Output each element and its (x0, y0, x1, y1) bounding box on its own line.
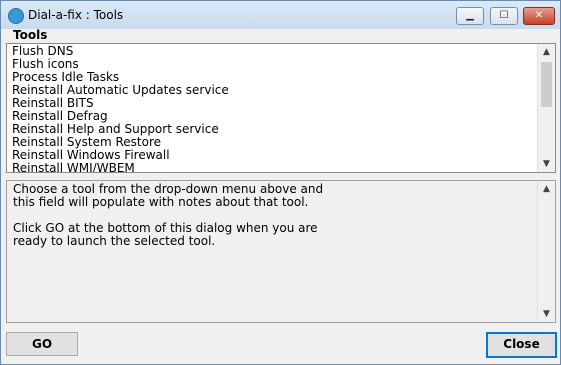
title-bar[interactable]: Dial-a-fix : Tools ▁ ☐ ✕ (1, 1, 560, 29)
tools-listbox[interactable]: Flush DNS Flush icons Process Idle Tasks… (6, 43, 556, 173)
tools-label: Tools (13, 28, 48, 42)
note-line: this field will populate with notes abou… (13, 195, 309, 209)
scroll-up-icon[interactable]: ▲ (538, 181, 555, 197)
close-button[interactable]: Close (486, 332, 557, 358)
notes-field[interactable]: Choose a tool from the drop-down menu ab… (6, 180, 556, 323)
window-title: Dial-a-fix : Tools (28, 8, 124, 22)
minimize-button[interactable]: ▁ (456, 7, 484, 25)
note-line: Click GO at the bottom of this dialog wh… (13, 221, 318, 235)
app-icon (8, 8, 24, 24)
scroll-up-icon[interactable]: ▲ (538, 44, 555, 60)
go-button[interactable]: GO (6, 332, 78, 356)
tools-scrollbar[interactable]: ▲ ▼ (537, 44, 555, 172)
scroll-thumb[interactable] (541, 62, 552, 107)
dialog-window: Dial-a-fix : Tools ▁ ☐ ✕ Tools Flush DNS… (0, 0, 561, 365)
notes-scrollbar[interactable]: ▲ ▼ (537, 181, 555, 322)
note-line: Choose a tool from the drop-down menu ab… (13, 182, 324, 196)
close-window-button[interactable]: ✕ (523, 7, 555, 25)
scroll-down-icon[interactable]: ▼ (538, 156, 555, 172)
note-line: ready to launch the selected tool. (13, 234, 216, 248)
maximize-button[interactable]: ☐ (490, 7, 518, 25)
scroll-down-icon[interactable]: ▼ (538, 306, 555, 322)
list-item[interactable]: Reinstall WMI/WBEM (12, 162, 135, 173)
